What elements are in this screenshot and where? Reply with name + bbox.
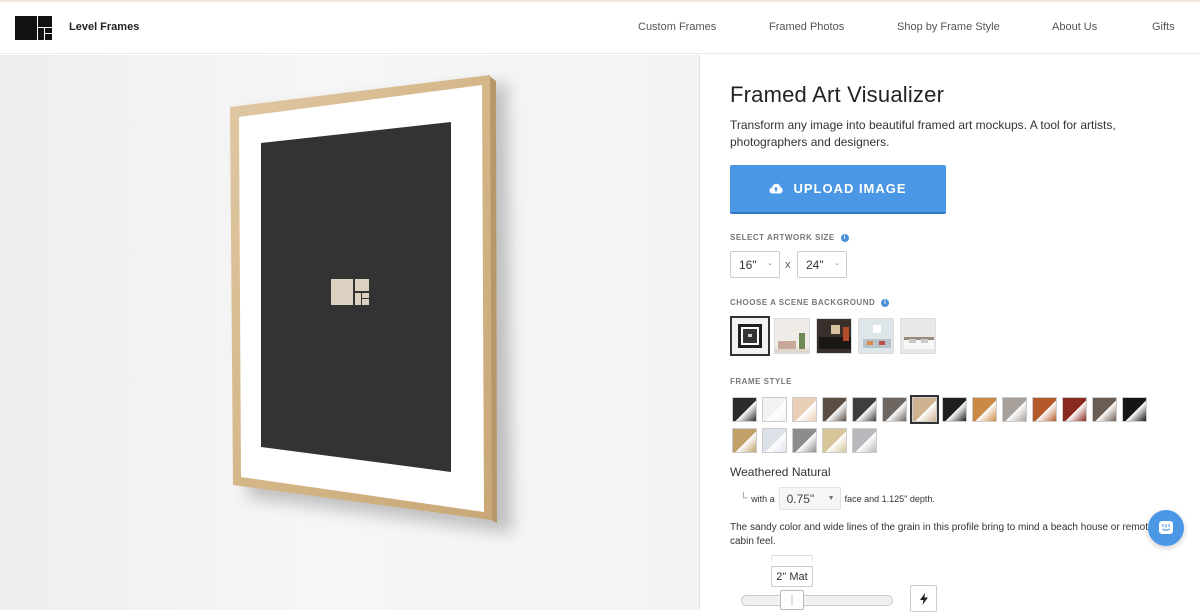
artwork-height-value: 24" (806, 257, 824, 272)
scene-option-living-room[interactable] (774, 318, 810, 354)
scene-option-bright-living[interactable] (858, 318, 894, 354)
bedroom-scene-thumbnail (901, 319, 935, 353)
lightning-button[interactable] (910, 585, 937, 612)
info-icon[interactable]: i (881, 298, 890, 307)
frame-swatch-gray-wood[interactable] (882, 397, 907, 422)
artwork-width-select[interactable]: 16" ⌄ (730, 251, 780, 278)
scene-background-label-text: CHOOSE A SCENE BACKGROUND (730, 298, 876, 307)
cloud-upload-icon (769, 183, 784, 194)
upload-image-label: UPLOAD IMAGE (793, 181, 907, 196)
level-frames-logo[interactable] (15, 16, 52, 40)
frame-swatch-cherry-light[interactable] (1032, 397, 1057, 422)
artwork-height-select[interactable]: 24" ⌄ (797, 251, 847, 278)
living-room-scene-thumbnail (775, 319, 809, 353)
artwork-size-label: SELECT ARTWORK SIZE i (730, 233, 849, 242)
upload-image-button[interactable]: UPLOAD IMAGE (730, 165, 946, 214)
face-width-select[interactable]: 0.75" ▼ (778, 487, 841, 510)
frame-style-label: FRAME STYLE (730, 377, 792, 386)
artwork-size-label-text: SELECT ARTWORK SIZE (730, 233, 835, 242)
frame-swatch-natural-light[interactable] (792, 397, 817, 422)
framed-art-preview (230, 75, 512, 533)
profile-icon: └ (740, 493, 748, 504)
mat-tooltip-top (771, 555, 813, 561)
nav-about-us[interactable]: About Us (1052, 21, 1097, 33)
frame-swatch-matte-black[interactable] (1122, 397, 1147, 422)
page-title: Framed Art Visualizer (730, 82, 945, 107)
frame-swatch-charcoal[interactable] (852, 397, 877, 422)
frame-face-row: └ with a 0.75" ▼ face and 1.125" depth. (740, 487, 935, 510)
page-description: Transform any image into beautiful frame… (730, 118, 1116, 149)
chat-button[interactable] (1148, 510, 1184, 546)
frame-swatch-gold-light[interactable] (822, 428, 847, 453)
frame-preview-area (0, 55, 700, 610)
dark-room-scene-thumbnail (817, 319, 851, 353)
chevron-down-icon: ⌄ (834, 260, 840, 267)
plain-wall-scene-thumbnail (732, 318, 768, 354)
scene-option-plain[interactable] (730, 316, 770, 356)
frame-swatch-walnut-dark[interactable] (822, 397, 847, 422)
chevron-down-icon: ⌄ (767, 260, 773, 267)
scene-option-dark-room[interactable] (816, 318, 852, 354)
caret-down-icon: ▼ (827, 495, 835, 502)
face-prefix: with a (751, 493, 775, 504)
nav-shop-by-frame-style[interactable]: Shop by Frame Style (897, 21, 1000, 33)
scene-background-label: CHOOSE A SCENE BACKGROUND i (730, 298, 890, 307)
frame-swatch-cherry-red[interactable] (1062, 397, 1087, 422)
lightning-icon (919, 592, 928, 605)
selected-frame-name: Weathered Natural (730, 465, 831, 479)
frame-swatch-weathered-natural[interactable] (910, 395, 939, 424)
info-icon[interactable]: i (840, 233, 849, 242)
mat-slider-handle[interactable] (780, 590, 804, 610)
face-suffix: face and 1.125" depth. (844, 493, 935, 504)
brand-name[interactable]: Level Frames (69, 21, 139, 33)
nav-custom-frames[interactable]: Custom Frames (638, 21, 716, 33)
mat-size-slider[interactable] (741, 595, 893, 606)
frame-swatch-silver-gray[interactable] (852, 428, 877, 453)
frame-swatch-black[interactable] (732, 397, 757, 422)
nav-framed-photos[interactable]: Framed Photos (769, 21, 844, 33)
frame-swatch-pewter[interactable] (792, 428, 817, 453)
scene-option-bedroom[interactable] (900, 318, 936, 354)
visualizer-panel: Framed Art Visualizer Transform any imag… (701, 55, 1200, 612)
artwork-width-value: 16" (739, 257, 757, 272)
face-width-value: 0.75" (786, 491, 815, 506)
frame-swatch-oak[interactable] (732, 428, 757, 453)
bright-living-scene-thumbnail (859, 319, 893, 353)
mat-size-tooltip: 2" Mat (771, 566, 813, 587)
frame-swatch-gray-barn[interactable] (1002, 397, 1027, 422)
frame-style-label-text: FRAME STYLE (730, 377, 792, 386)
frame-swatch-silver-light[interactable] (762, 428, 787, 453)
site-header: Level Frames Custom Frames Framed Photos… (0, 2, 1200, 54)
frame-swatch-honey[interactable] (972, 397, 997, 422)
size-times-separator: x (785, 259, 791, 271)
frame-swatch-white[interactable] (762, 397, 787, 422)
chat-icon (1159, 521, 1173, 534)
frame-swatch-espresso-gray[interactable] (1092, 397, 1117, 422)
nav-gifts[interactable]: Gifts (1152, 21, 1175, 33)
frame-swatch-black-metal[interactable] (942, 397, 967, 422)
frame-profile-description: The sandy color and wide lines of the gr… (730, 522, 1154, 547)
